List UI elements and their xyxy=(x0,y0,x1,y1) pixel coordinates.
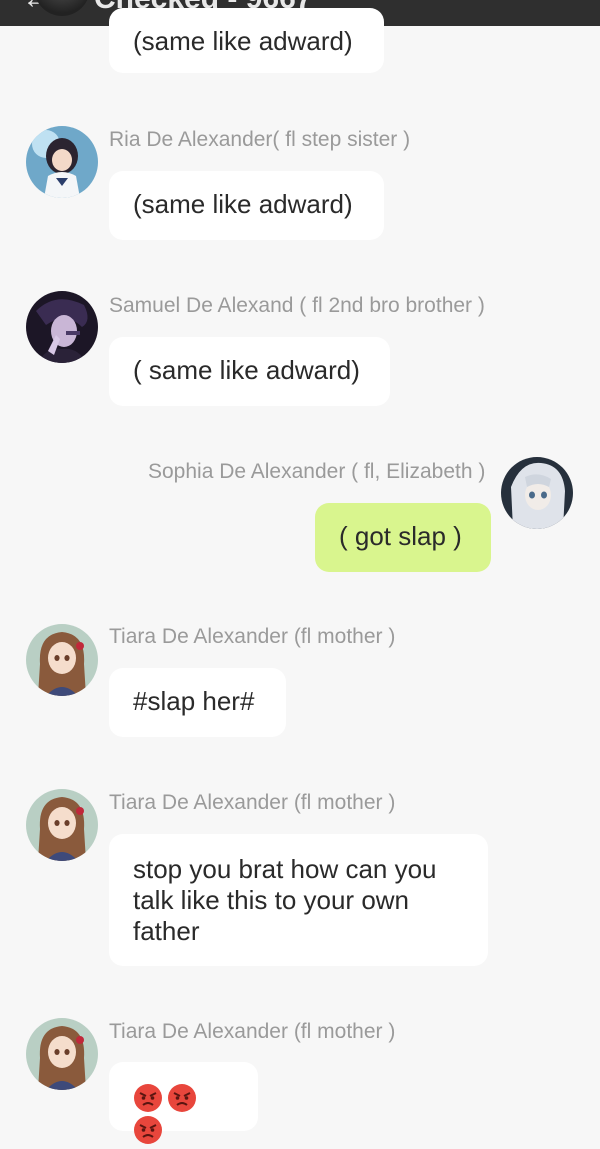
message-bubble[interactable]: (same like adward) xyxy=(109,8,384,73)
message-item: Sophia De Alexander ( fl, Elizabeth ) ( … xyxy=(0,455,600,575)
sender-name: Tiara De Alexander (fl mother ) xyxy=(109,625,396,648)
message-item: Tiara De Alexander (fl mother ) #slap he… xyxy=(0,619,600,739)
message-item: Ria De Alexander( fl step sister ) (same… xyxy=(0,122,600,242)
message-text: (same like adward) xyxy=(133,189,353,219)
avatar[interactable] xyxy=(26,624,98,696)
sender-name: Samuel De Alexand ( fl 2nd bro brother ) xyxy=(109,294,485,317)
angry-face-icon xyxy=(134,1084,162,1113)
avatar[interactable] xyxy=(501,457,573,529)
sender-name: Tiara De Alexander (fl mother ) xyxy=(109,1020,396,1043)
avatar[interactable] xyxy=(26,291,98,363)
message-item: Tiara De Alexander (fl mother ) 😡😡😡 xyxy=(0,1014,600,1145)
message-item: (same like adward) xyxy=(0,0,600,80)
sender-name: Sophia De Alexander ( fl, Elizabeth ) xyxy=(148,460,486,483)
angry-face-icon xyxy=(168,1084,196,1113)
message-text: stop you brat how can you talk like this… xyxy=(133,854,437,946)
message-text: #slap her# xyxy=(133,686,255,716)
message-text: ( same like adward) xyxy=(133,355,360,385)
sender-name: Ria De Alexander( fl step sister ) xyxy=(109,128,411,151)
message-bubble[interactable]: #slap her# xyxy=(109,668,286,737)
message-item: Tiara De Alexander (fl mother ) stop you… xyxy=(0,785,600,970)
message-bubble[interactable]: 😡😡😡 xyxy=(109,1062,258,1145)
message-text: (same like adward) xyxy=(133,26,353,56)
message-item: Samuel De Alexand ( fl 2nd bro brother )… xyxy=(0,288,600,408)
avatar[interactable] xyxy=(26,1018,98,1090)
avatar[interactable] xyxy=(26,126,98,198)
sender-name: Tiara De Alexander (fl mother ) xyxy=(109,791,396,814)
message-bubble[interactable]: ( same like adward) xyxy=(109,337,390,406)
message-text: 😡😡😡 xyxy=(167,1113,168,1114)
avatar[interactable] xyxy=(26,789,98,861)
message-text: ( got slap ) xyxy=(339,521,462,551)
message-bubble[interactable]: stop you brat how can you talk like this… xyxy=(109,834,488,966)
angry-face-icon xyxy=(134,1116,162,1145)
message-bubble[interactable]: (same like adward) xyxy=(109,171,384,240)
message-bubble[interactable]: ( got slap ) xyxy=(315,503,491,572)
